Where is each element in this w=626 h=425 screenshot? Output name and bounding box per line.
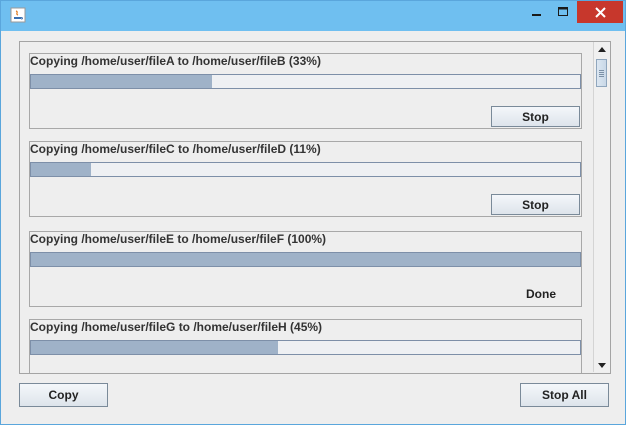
- main-window: Copying /home/user/fileA to /home/user/f…: [0, 0, 626, 425]
- task-panel: Copying /home/user/fileC to /home/user/f…: [29, 141, 582, 217]
- minimize-icon: [532, 14, 541, 16]
- grip-line: [599, 74, 604, 75]
- done-status: Done: [526, 287, 556, 301]
- stop-button[interactable]: Stop: [491, 194, 580, 215]
- java-icon: [10, 7, 26, 23]
- task-progress-bar: [30, 340, 581, 355]
- task-scroll-pane[interactable]: Copying /home/user/fileA to /home/user/f…: [19, 41, 611, 374]
- progress-fill: [31, 341, 279, 354]
- scroll-down-icon: [598, 362, 606, 368]
- title-bar[interactable]: [1, 1, 625, 31]
- progress-fill: [31, 75, 213, 88]
- task-progress-bar: [30, 162, 581, 177]
- scroll-thumb[interactable]: [596, 59, 607, 87]
- task-label: Copying /home/user/fileE to /home/user/f…: [30, 232, 327, 246]
- stop-all-button[interactable]: Stop All: [520, 383, 609, 407]
- progress-fill: [31, 163, 92, 176]
- content-area: Copying /home/user/fileA to /home/user/f…: [9, 32, 617, 418]
- scroll-down-button[interactable]: [594, 358, 610, 372]
- stop-button[interactable]: Stop: [491, 106, 580, 127]
- task-panel: Copying /home/user/fileG to /home/user/f…: [29, 319, 582, 373]
- task-panel: Copying /home/user/fileE to /home/user/f…: [29, 231, 582, 307]
- task-label: Copying /home/user/fileC to /home/user/f…: [30, 142, 321, 156]
- close-icon: [594, 6, 606, 18]
- maximize-icon: [557, 7, 568, 16]
- task-progress-bar: [30, 252, 581, 267]
- scroll-up-icon: [598, 46, 606, 52]
- task-panel: Copying /home/user/fileA to /home/user/f…: [29, 53, 582, 129]
- grip-line: [599, 70, 604, 71]
- vertical-scrollbar[interactable]: [593, 42, 610, 372]
- progress-fill: [31, 253, 580, 266]
- close-button[interactable]: [577, 1, 623, 23]
- grip-line: [599, 76, 604, 77]
- grip-line: [599, 72, 604, 73]
- scroll-up-button[interactable]: [594, 42, 610, 56]
- task-label: Copying /home/user/fileG to /home/user/f…: [30, 320, 323, 334]
- copy-button[interactable]: Copy: [19, 383, 108, 407]
- task-label: Copying /home/user/fileA to /home/user/f…: [30, 54, 321, 68]
- task-progress-bar: [30, 74, 581, 89]
- maximize-button[interactable]: [550, 1, 576, 23]
- minimize-button[interactable]: [525, 1, 549, 23]
